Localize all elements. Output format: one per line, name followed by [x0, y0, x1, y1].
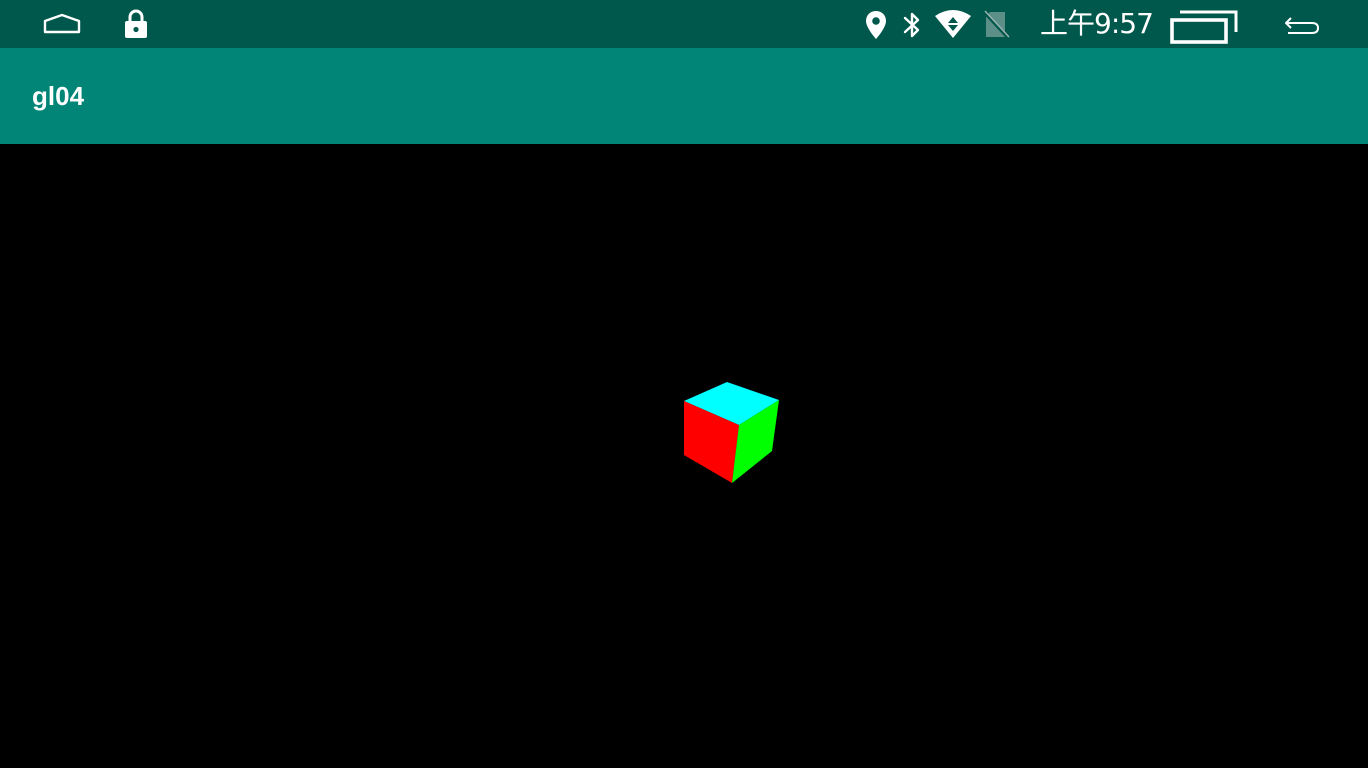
back-icon[interactable]: [1282, 13, 1322, 39]
status-time: 上午9:57: [1040, 7, 1154, 40]
lock-icon: [125, 9, 147, 38]
wifi-icon: [935, 10, 971, 38]
app-bar: gl04: [0, 48, 1368, 144]
location-icon: [866, 11, 886, 39]
rotating-cube: [684, 382, 779, 483]
app-title: gl04: [32, 81, 85, 111]
home-icon[interactable]: [42, 12, 82, 36]
status-bar: 上午9:57: [0, 0, 1368, 48]
bluetooth-icon: [903, 12, 920, 38]
recent-apps-icon[interactable]: [1168, 8, 1240, 46]
no-sim-icon: [982, 10, 1010, 40]
gl-surface[interactable]: [0, 144, 1368, 768]
